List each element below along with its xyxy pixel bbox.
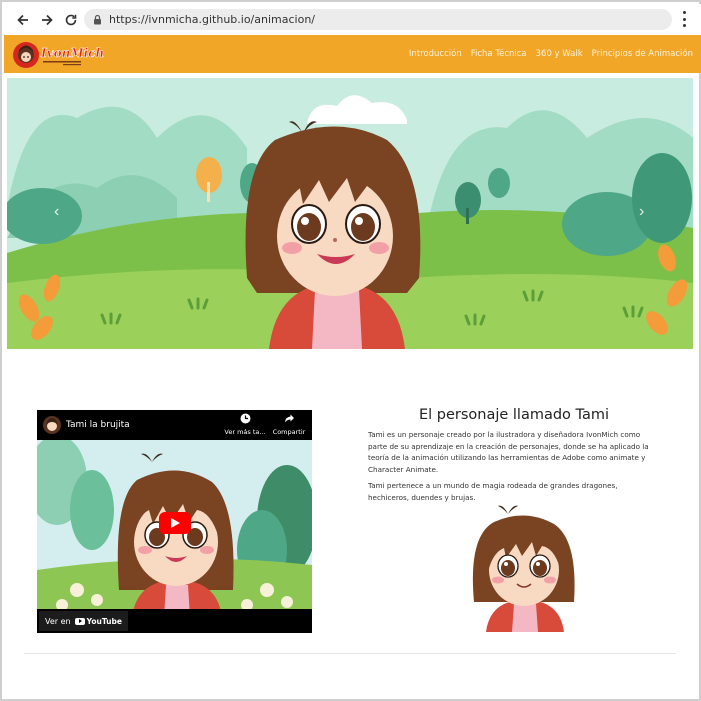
hero-illustration bbox=[7, 78, 693, 349]
nav-principios[interactable]: Principios de Animación bbox=[592, 49, 693, 59]
channel-avatar[interactable] bbox=[43, 416, 61, 434]
address-bar[interactable]: https://ivnmicha.github.io/animacion/ bbox=[84, 9, 672, 30]
nav-360-walk[interactable]: 360 y Walk bbox=[536, 49, 583, 59]
nav-introduccion[interactable]: Introducción bbox=[409, 49, 462, 59]
chevron-left-icon[interactable]: ‹ bbox=[54, 203, 59, 221]
section-heading: El personaje llamado Tami bbox=[418, 407, 610, 423]
clock-icon bbox=[240, 413, 251, 428]
lock-icon bbox=[94, 14, 101, 25]
youtube-logo-icon: YouTube bbox=[74, 617, 122, 626]
section-divider bbox=[24, 653, 676, 654]
nav-ficha-tecnica[interactable]: Ficha Técnica bbox=[471, 49, 527, 59]
watch-on-youtube-button[interactable]: Ver en YouTube bbox=[39, 611, 128, 631]
logo[interactable]: IvonMich bbox=[8, 38, 104, 70]
kebab-menu-icon[interactable] bbox=[679, 11, 689, 27]
svg-text:IvonMich: IvonMich bbox=[40, 46, 104, 60]
hero-carousel: ‹ › bbox=[7, 78, 693, 349]
video-bottom-bar: Ver en YouTube bbox=[37, 609, 312, 633]
video-top-bar: Tami la brujita Ver más ta... Compartir bbox=[37, 410, 312, 440]
paragraph-intro: Tami es un personaje creado por la ilust… bbox=[368, 430, 649, 474]
character-description: El personaje llamado Tami Tami es un per… bbox=[368, 407, 660, 508]
site-nav: Introducción Ficha Técnica 360 y Walk Pr… bbox=[409, 35, 693, 73]
url-text: https://ivnmicha.github.io/animacion/ bbox=[109, 13, 315, 26]
watch-later-button[interactable]: Ver más ta... bbox=[224, 413, 266, 436]
tami-portrait bbox=[472, 505, 575, 632]
forward-arrow-icon[interactable] bbox=[36, 9, 58, 31]
browser-toolbar: https://ivnmicha.github.io/animacion/ bbox=[4, 4, 701, 35]
browser-window: https://ivnmicha.github.io/animacion/ Iv… bbox=[0, 0, 701, 701]
video-title[interactable]: Tami la brujita bbox=[66, 420, 130, 430]
back-arrow-icon[interactable] bbox=[12, 9, 34, 31]
chevron-right-icon[interactable]: › bbox=[639, 203, 644, 221]
site-header: IvonMich Introducción Ficha Técnica 360 … bbox=[4, 35, 701, 73]
share-icon bbox=[284, 413, 295, 428]
play-button[interactable] bbox=[159, 512, 191, 534]
reload-icon[interactable] bbox=[60, 9, 82, 31]
youtube-embed[interactable]: Tami la brujita Ver más ta... Compartir bbox=[37, 410, 312, 633]
share-button[interactable]: Compartir bbox=[269, 413, 309, 436]
